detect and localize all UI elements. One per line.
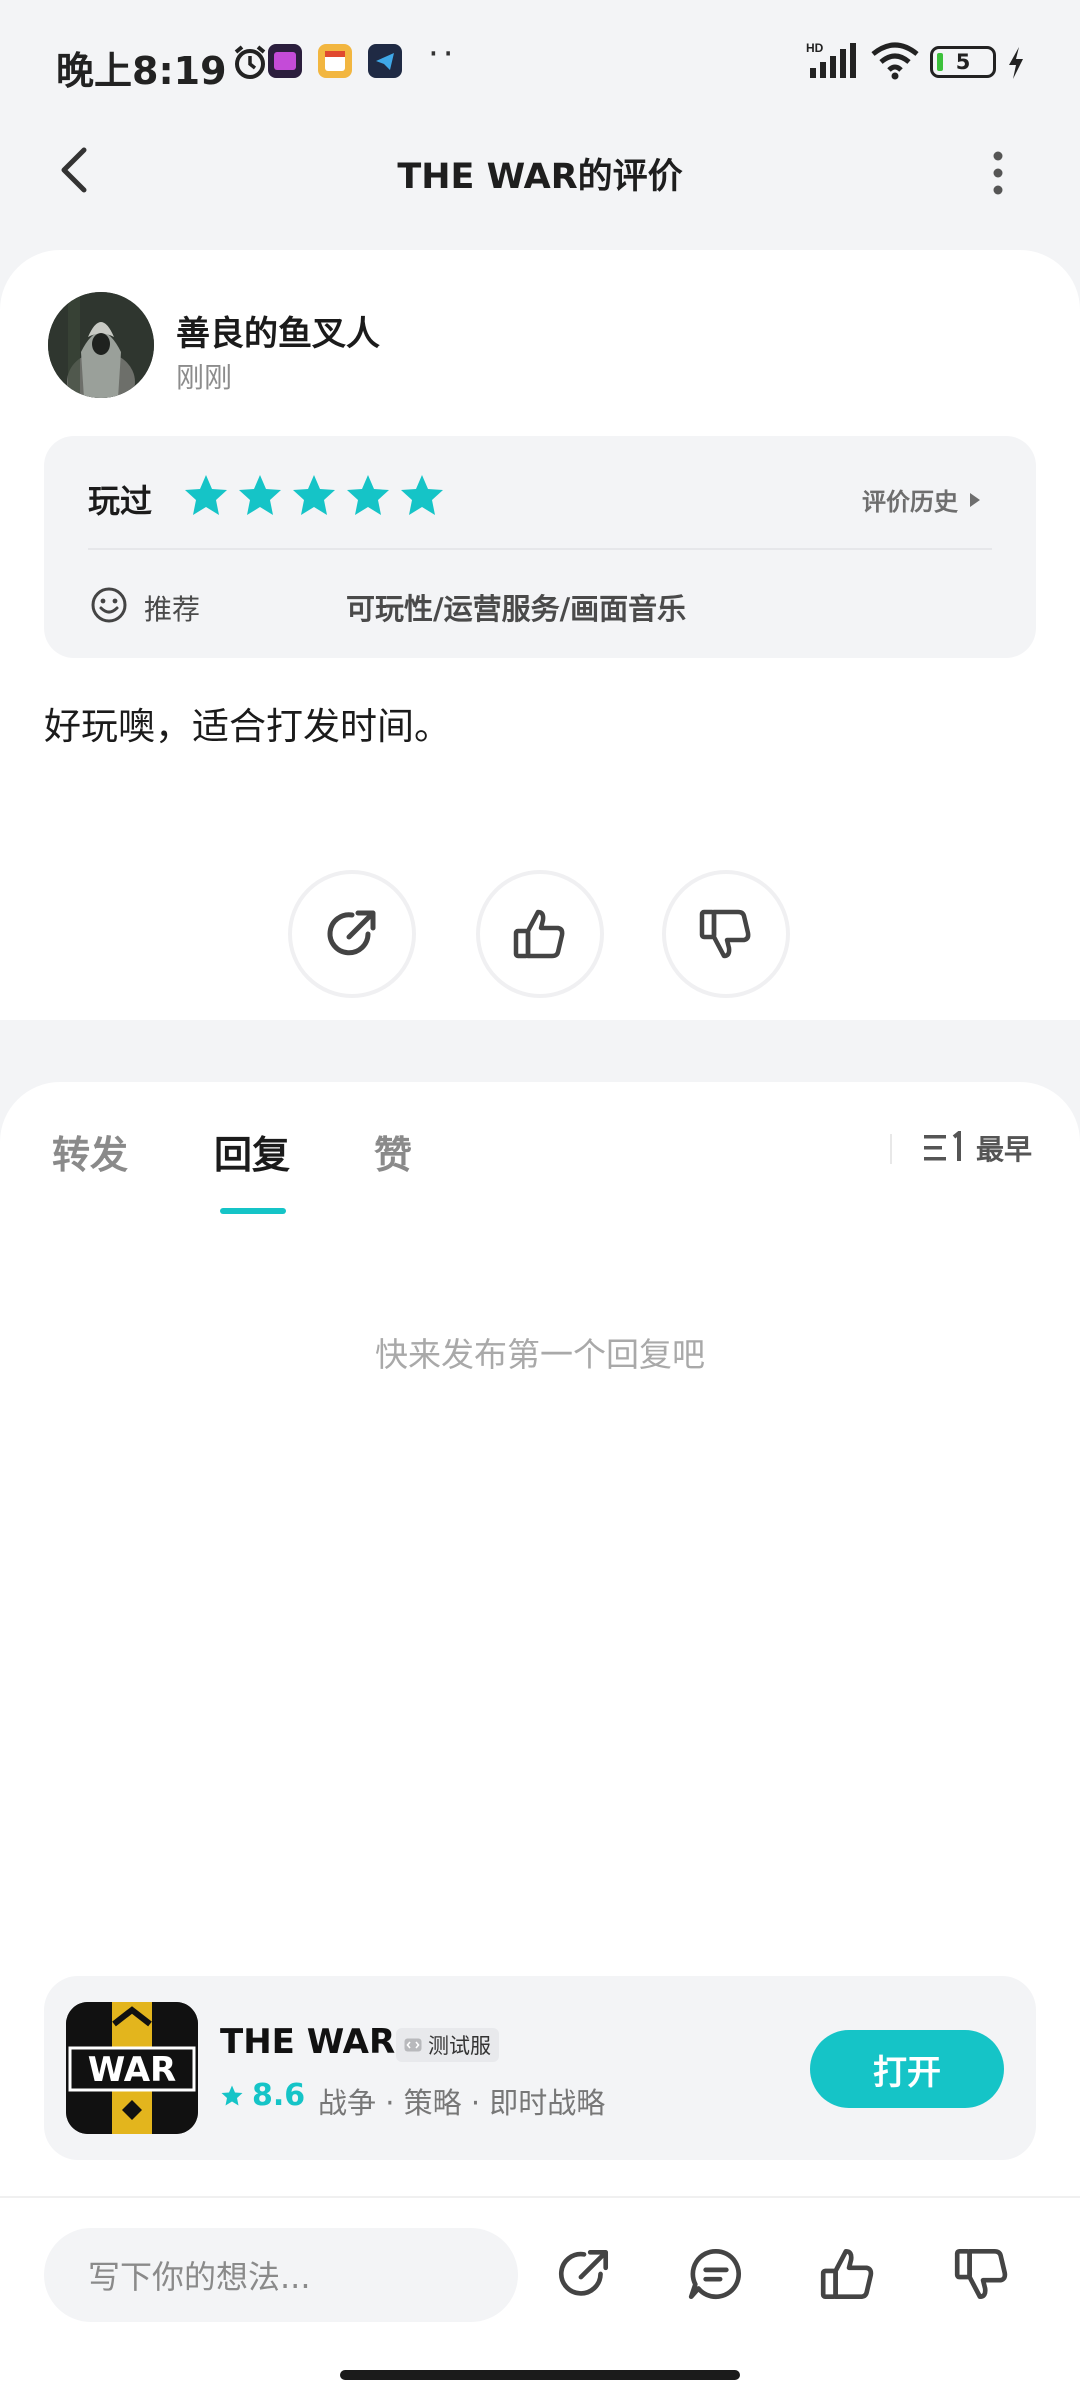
star-icon	[293, 475, 335, 515]
star-icon	[401, 475, 443, 515]
review-history-label: 评价历史	[862, 488, 958, 516]
battery-icon: 5	[930, 46, 996, 78]
bottom-share-button[interactable]	[546, 2236, 622, 2312]
star-icon	[185, 475, 227, 515]
telegram-notification-icon	[368, 44, 402, 78]
thumbs-down-icon	[954, 2248, 1008, 2300]
like-button[interactable]	[476, 870, 604, 998]
test-server-label: 测试服	[428, 2034, 491, 2058]
tab-likes[interactable]: 赞	[374, 1124, 412, 1179]
divider	[88, 548, 992, 550]
more-vertical-icon	[993, 151, 1003, 195]
more-notifications-indicator: ··	[428, 34, 458, 74]
share-icon	[558, 2249, 609, 2296]
tab-forward[interactable]: 转发	[52, 1124, 128, 1179]
review-time: 刚刚	[176, 361, 233, 394]
bottom-dislike-button[interactable]	[944, 2236, 1020, 2312]
comment-icon	[688, 2248, 741, 2300]
review-tags: 可玩性/运营服务/画面音乐	[346, 592, 687, 626]
app-rating-value: 8.6	[252, 2078, 306, 2113]
signal-icon: HD	[806, 40, 858, 84]
battery-level: 5	[955, 50, 971, 74]
app-icon-text: WAR	[88, 2050, 176, 2090]
star-rating	[182, 472, 446, 522]
app-rating: 8.6	[220, 2078, 305, 2113]
test-server-badge: 测试服	[396, 2028, 499, 2062]
alarm-icon	[230, 42, 270, 86]
calendar-notification-icon	[318, 44, 352, 78]
share-button[interactable]	[288, 870, 416, 998]
war-logo-icon: WAR	[66, 2002, 198, 2134]
bottom-like-button[interactable]	[810, 2236, 886, 2312]
smile-icon	[91, 587, 127, 623]
review-content: 好玩噢，适合打发时间。	[44, 705, 451, 748]
sort-label: 最早	[976, 1133, 1033, 1166]
charging-icon	[1006, 46, 1026, 84]
share-icon	[327, 910, 376, 956]
open-app-button[interactable]: 打开	[810, 2030, 1004, 2108]
star-icon	[347, 475, 389, 515]
page-title: THE WAR的评价	[397, 157, 683, 197]
thumbs-down-icon	[699, 909, 751, 959]
app-icon[interactable]: WAR	[66, 2002, 198, 2134]
divider	[890, 1134, 892, 1164]
tab-reply[interactable]: 回复	[214, 1124, 290, 1179]
app-tags: 战争 · 策略 · 即时战略	[318, 2086, 606, 2120]
more-options-button[interactable]	[980, 148, 1016, 198]
home-indicator[interactable]	[340, 2370, 740, 2380]
username[interactable]: 善良的鱼叉人	[176, 306, 380, 355]
star-icon	[239, 475, 281, 515]
thumbs-up-icon	[513, 909, 565, 959]
play-arrow-icon	[970, 492, 980, 507]
star-icon	[221, 2085, 243, 2105]
bottom-comment-button[interactable]	[678, 2236, 754, 2312]
app-notification-icon	[268, 44, 302, 78]
sort-button[interactable]: 最早	[922, 1128, 1032, 1168]
sort-icon	[924, 1131, 961, 1161]
svg-text:HD: HD	[806, 41, 824, 55]
recommend-label: 推荐	[144, 593, 201, 626]
avatar-image	[48, 292, 154, 398]
wifi-icon	[870, 42, 920, 84]
active-tab-indicator	[220, 1208, 286, 1214]
comment-input[interactable]: 写下你的想法...	[44, 2228, 518, 2322]
code-icon	[404, 2038, 422, 2052]
dislike-button[interactable]	[662, 870, 790, 998]
app-name: THE WAR	[220, 2022, 396, 2062]
played-label: 玩过	[88, 482, 153, 520]
review-history-link[interactable]: 评价历史	[862, 482, 982, 517]
status-time: 晚上8:19	[56, 49, 227, 93]
empty-replies-message: 快来发布第一个回复吧	[375, 1335, 705, 1374]
avatar[interactable]	[48, 292, 154, 398]
thumbs-up-icon	[820, 2248, 874, 2300]
